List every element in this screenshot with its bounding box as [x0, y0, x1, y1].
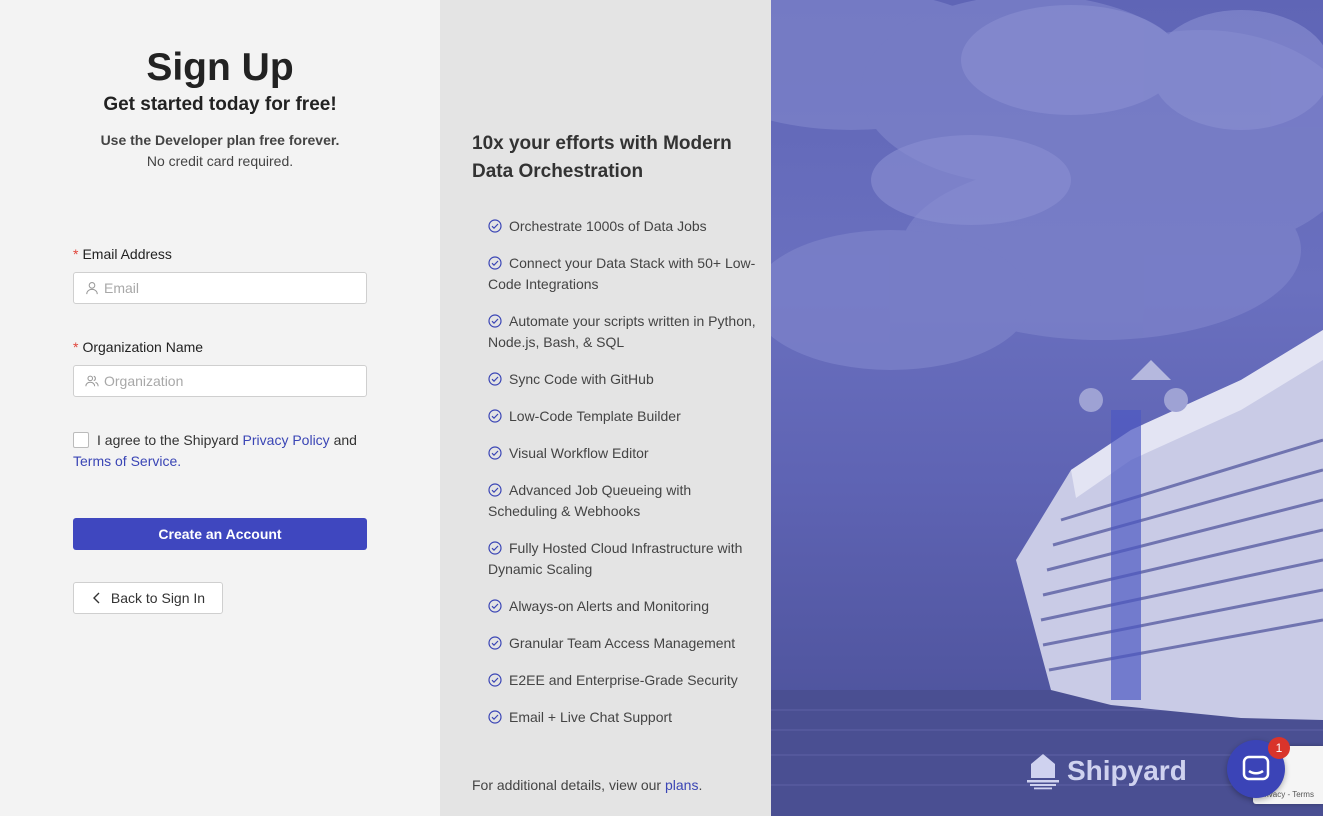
- feature-item: Fully Hosted Cloud Infrastructure with D…: [488, 540, 743, 577]
- feature-item: Visual Workflow Editor: [488, 443, 763, 464]
- check-circle-icon: [488, 372, 502, 386]
- check-circle-icon: [488, 314, 502, 328]
- feature-item: Advanced Job Queueing with Scheduling & …: [488, 482, 692, 519]
- plan-note: Use the Developer plan free forever.: [100, 132, 340, 148]
- check-circle-icon: [488, 636, 502, 650]
- check-circle-icon: [488, 483, 502, 497]
- shipyard-logo: Shipyard: [1025, 752, 1187, 790]
- features-heading: 10x your efforts with Modern Data Orches…: [472, 133, 732, 182]
- feature-item: Orchestrate 1000s of Data Jobs: [488, 216, 763, 237]
- terms-of-service-link[interactable]: Terms of Service: [73, 453, 177, 469]
- required-mark: *: [73, 246, 79, 262]
- check-circle-icon: [488, 409, 502, 423]
- check-circle-icon: [488, 673, 502, 687]
- required-mark: *: [73, 339, 79, 355]
- agree-checkbox[interactable]: [73, 432, 89, 448]
- email-field[interactable]: [73, 272, 367, 304]
- feature-item: Sync Code with GitHub: [488, 369, 763, 390]
- organization-field[interactable]: [73, 365, 367, 397]
- email-input[interactable]: [104, 280, 344, 296]
- organization-input[interactable]: [104, 373, 344, 389]
- user-icon: [86, 282, 98, 295]
- privacy-policy-link[interactable]: Privacy Policy: [243, 432, 330, 448]
- chat-icon: [1242, 755, 1270, 781]
- credit-note: No credit card required.: [146, 153, 294, 169]
- check-circle-icon: [488, 256, 502, 270]
- feature-item: E2EE and Enterprise-Grade Security: [488, 670, 763, 691]
- feature-item: Connect your Data Stack with 50+ Low-Cod…: [488, 255, 756, 292]
- check-circle-icon: [488, 446, 502, 460]
- feature-item: Automate your scripts written in Python,…: [488, 313, 756, 350]
- feature-item: Email + Live Chat Support: [488, 707, 763, 728]
- feature-list: Orchestrate 1000s of Data Jobs Connect yo…: [488, 216, 763, 744]
- terms-agreement: I agree to the Shipyard Privacy Policy a…: [73, 432, 357, 469]
- plans-note: For additional details, view our plans.: [472, 777, 703, 793]
- team-icon: [85, 375, 99, 387]
- check-circle-icon: [488, 599, 502, 613]
- plans-link[interactable]: plans: [665, 777, 698, 793]
- features-panel: 10x your efforts with Modern Data Orches…: [440, 0, 771, 816]
- feature-item: Always-on Alerts and Monitoring: [488, 596, 763, 617]
- hero-image: Shipyard Privacy - Terms 1: [771, 0, 1323, 816]
- chevron-left-icon: [92, 592, 100, 604]
- chat-notification-badge: 1: [1268, 737, 1290, 759]
- create-account-button[interactable]: Create an Account: [73, 518, 367, 550]
- page-subtitle: Get started today for free!: [103, 94, 337, 115]
- feature-item: Granular Team Access Management: [488, 633, 763, 654]
- signup-panel: Sign Up Get started today for free! Use …: [0, 0, 440, 816]
- cruise-ship-image: [771, 0, 1323, 816]
- check-circle-icon: [488, 710, 502, 724]
- check-circle-icon: [488, 219, 502, 233]
- feature-item: Low-Code Template Builder: [488, 406, 763, 427]
- page-title: Sign Up: [146, 46, 294, 89]
- ship-logo-icon: [1027, 754, 1059, 790]
- organization-label: * Organization Name: [73, 339, 204, 355]
- email-label: * Email Address: [73, 246, 172, 262]
- check-circle-icon: [488, 541, 502, 555]
- back-to-sign-in-button[interactable]: Back to Sign In: [73, 582, 223, 614]
